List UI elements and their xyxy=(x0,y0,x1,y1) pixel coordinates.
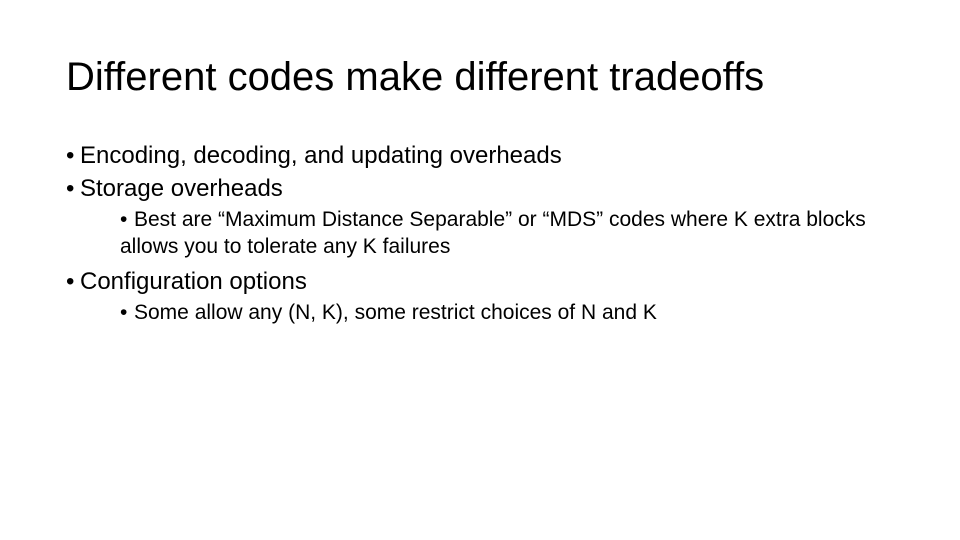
bullet-dot-icon: • xyxy=(66,140,80,171)
slide: Different codes make different tradeoffs… xyxy=(0,0,960,540)
bullet-level2: •Best are “Maximum Distance Separable” o… xyxy=(120,207,900,260)
bullet-text: Encoding, decoding, and updating overhea… xyxy=(80,142,562,169)
slide-title: Different codes make different tradeoffs xyxy=(66,54,764,100)
bullet-level1: •Configuration options xyxy=(66,266,900,297)
bullet-dot-icon: • xyxy=(66,266,80,297)
bullet-level2: •Some allow any (N, K), some restrict ch… xyxy=(120,300,900,326)
bullet-dot-icon: • xyxy=(120,300,134,326)
bullet-text: Configuration options xyxy=(80,268,307,295)
slide-body: •Encoding, decoding, and updating overhe… xyxy=(66,140,900,328)
bullet-dot-icon: • xyxy=(120,207,134,233)
bullet-dot-icon: • xyxy=(66,173,80,204)
bullet-text: Some allow any (N, K), some restrict cho… xyxy=(134,301,657,324)
bullet-text: Storage overheads xyxy=(80,175,283,202)
bullet-level1: •Storage overheads xyxy=(66,173,900,204)
bullet-level1: •Encoding, decoding, and updating overhe… xyxy=(66,140,900,171)
bullet-text: Best are “Maximum Distance Separable” or… xyxy=(120,208,866,257)
